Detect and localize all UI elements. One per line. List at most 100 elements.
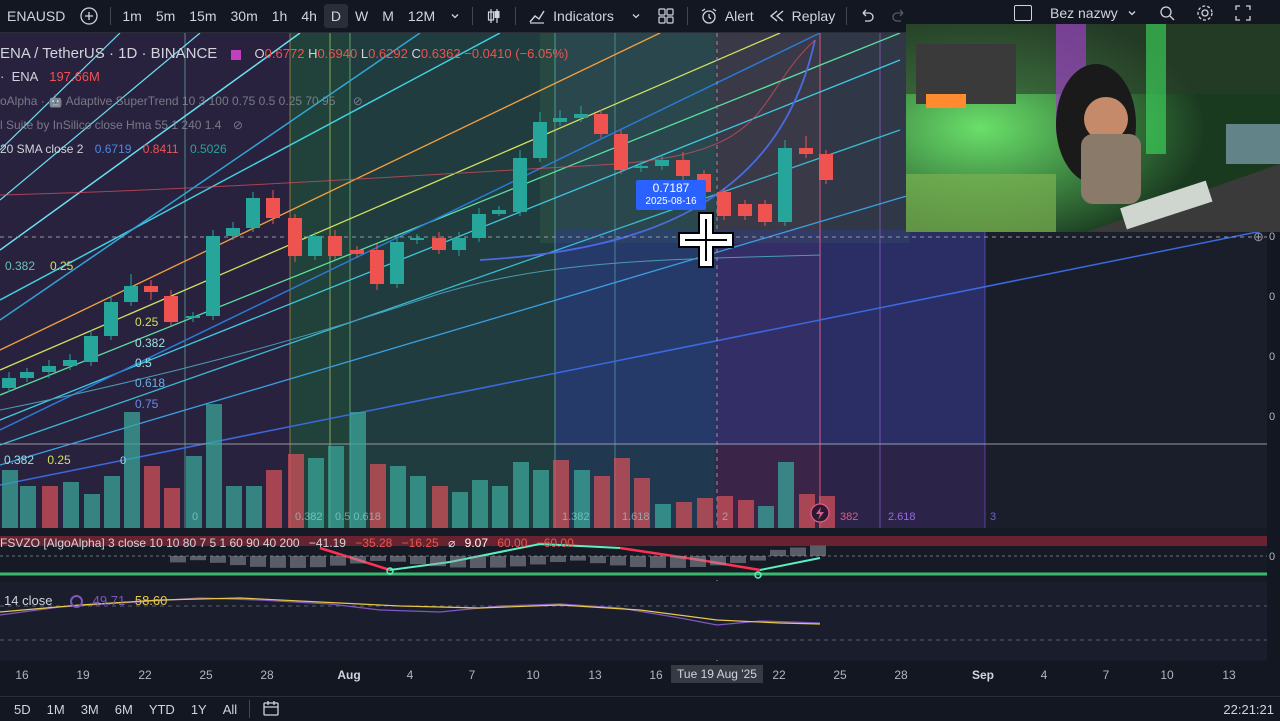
time-tick: 13 bbox=[1222, 668, 1236, 682]
layout-checkbox[interactable] bbox=[1014, 5, 1032, 21]
oscillator-bar bbox=[410, 556, 426, 565]
layout-name[interactable]: Bez nazwy bbox=[1050, 5, 1118, 21]
redo-icon bbox=[892, 9, 904, 22]
candle bbox=[432, 238, 446, 250]
interval-30m[interactable]: 30m bbox=[224, 0, 265, 32]
add-symbol-button[interactable] bbox=[72, 0, 106, 32]
volume-bar bbox=[472, 480, 488, 528]
price-tick: 0 bbox=[1269, 351, 1276, 363]
oscillator-bar bbox=[730, 556, 746, 564]
oscillator-bar bbox=[210, 556, 226, 563]
symbol-search[interactable]: ENAUSD bbox=[0, 0, 72, 32]
interval-12m[interactable]: 12M bbox=[401, 0, 442, 32]
interval-m[interactable]: M bbox=[375, 0, 401, 32]
range-6m[interactable]: 6M bbox=[107, 702, 141, 717]
candle bbox=[513, 158, 527, 212]
osc-value: −16.25 bbox=[401, 536, 439, 550]
interval-1h[interactable]: 1h bbox=[265, 0, 295, 32]
range-1m[interactable]: 1M bbox=[39, 702, 73, 717]
oscillator-bar bbox=[690, 556, 706, 568]
oscillator-bar bbox=[470, 556, 486, 568]
oscillator-legend[interactable]: FSVZO [AlgoAlpha] 3 close 10 10 80 7 5 1… bbox=[0, 536, 574, 550]
indicators-button[interactable]: Indicators bbox=[520, 0, 649, 32]
eye-off-icon[interactable]: ⊘ bbox=[353, 94, 363, 108]
templates-button[interactable] bbox=[649, 0, 683, 32]
oscillator-bar bbox=[330, 556, 346, 566]
volume-legend[interactable]: · ENA 197.66M bbox=[0, 69, 100, 84]
oscillator-bar bbox=[450, 556, 466, 568]
candle bbox=[553, 118, 567, 122]
interval-dropdown[interactable] bbox=[442, 0, 468, 32]
quick-search-icon[interactable] bbox=[1158, 4, 1176, 22]
rsi-value: 49.71 bbox=[92, 593, 126, 608]
candle bbox=[42, 366, 56, 372]
candle bbox=[594, 114, 608, 134]
candle bbox=[266, 198, 280, 218]
tooltip-price: 0.7187 bbox=[652, 181, 690, 195]
oscillator-bar bbox=[270, 556, 286, 568]
candle bbox=[614, 134, 628, 170]
price-tick: 0 bbox=[1269, 291, 1276, 303]
range-all[interactable]: All bbox=[215, 702, 245, 717]
eye-off-icon[interactable]: ⊘ bbox=[233, 118, 243, 132]
fib-label: 0.5 0.618 bbox=[335, 511, 381, 523]
candle bbox=[452, 238, 466, 250]
low-label: L bbox=[360, 46, 369, 61]
oscillator-bar bbox=[670, 556, 686, 568]
fib-label: 0.25 bbox=[135, 315, 159, 329]
volume-bar bbox=[104, 476, 120, 528]
range-3m[interactable]: 3M bbox=[73, 702, 107, 717]
settings-gear-icon[interactable] bbox=[1196, 4, 1214, 22]
volume-bar bbox=[410, 476, 426, 528]
layout-controls: Bez nazwy bbox=[1014, 4, 1252, 22]
interval-15m[interactable]: 15m bbox=[182, 0, 223, 32]
clock-time[interactable]: 22:21:21 bbox=[1223, 702, 1274, 717]
alert-button[interactable]: Alert bbox=[692, 0, 761, 32]
chevron-down-icon bbox=[632, 14, 640, 19]
indicator-legend-sma[interactable]: 20 SMA close 2 0.6719 0.8411 0.5026 bbox=[0, 142, 227, 156]
time-tick: 4 bbox=[1040, 668, 1048, 682]
replay-button[interactable]: Replay bbox=[761, 0, 843, 32]
interval-w[interactable]: W bbox=[348, 0, 375, 32]
indicator-legend-insilico[interactable]: l Suite by InSilico close Hma 55 1 240 1… bbox=[0, 118, 243, 132]
go-to-date-button[interactable] bbox=[254, 699, 288, 720]
interval-d[interactable]: D bbox=[323, 4, 349, 28]
bottom-toolbar: 5D 1M 3M 6M YTD 1Y All 22:21:21 bbox=[0, 696, 1280, 721]
range-1y[interactable]: 1Y bbox=[183, 702, 215, 717]
range-5d[interactable]: 5D bbox=[6, 702, 39, 717]
candle bbox=[186, 316, 200, 318]
indicator-legend-supertrend[interactable]: oAlpha · 🤖 Adaptive SuperTrend 10 3 100 … bbox=[0, 94, 363, 108]
oscillator-bar bbox=[370, 556, 386, 561]
volume-bar bbox=[266, 470, 282, 528]
chevron-down-icon bbox=[451, 14, 459, 19]
fullscreen-icon[interactable] bbox=[1234, 4, 1252, 22]
candle bbox=[533, 122, 547, 158]
time-tick: 13 bbox=[588, 668, 602, 682]
range-ytd[interactable]: YTD bbox=[141, 702, 183, 717]
candle bbox=[328, 236, 342, 256]
rsi-legend[interactable]: 14 close 49.71 58.60 bbox=[0, 593, 167, 609]
toolbar-divider bbox=[686, 7, 688, 25]
interval-1m[interactable]: 1m bbox=[115, 0, 148, 32]
candle bbox=[2, 378, 16, 388]
oscillator-bar bbox=[750, 556, 766, 561]
chevron-down-icon[interactable] bbox=[1126, 7, 1138, 19]
volume-bar bbox=[758, 506, 774, 528]
candle bbox=[226, 228, 240, 236]
fib-label: 0.25 bbox=[50, 259, 74, 273]
candle bbox=[144, 286, 158, 292]
symbol-legend[interactable]: ENA / TetherUS · 1D · BINANCE O0.6772 H0… bbox=[0, 45, 568, 62]
volume-bar bbox=[226, 486, 242, 528]
chart-type-button[interactable] bbox=[477, 0, 511, 32]
undo-button[interactable] bbox=[851, 0, 883, 32]
high-value: 0.6940 bbox=[317, 46, 358, 61]
fib-label: 0.382 bbox=[5, 259, 35, 273]
volume-value: 197.66M bbox=[49, 69, 100, 84]
time-axis[interactable]: 16 19 22 25 28 Aug 4 7 10 13 16 Tue 19 A… bbox=[0, 661, 1280, 691]
volume-bar bbox=[206, 404, 222, 528]
interval-4h[interactable]: 4h bbox=[294, 0, 324, 32]
interval-5m[interactable]: 5m bbox=[149, 0, 182, 32]
oscillator-bar bbox=[430, 556, 446, 567]
oscillator-bar bbox=[390, 556, 406, 562]
close-value: 0.6362 bbox=[420, 46, 461, 61]
